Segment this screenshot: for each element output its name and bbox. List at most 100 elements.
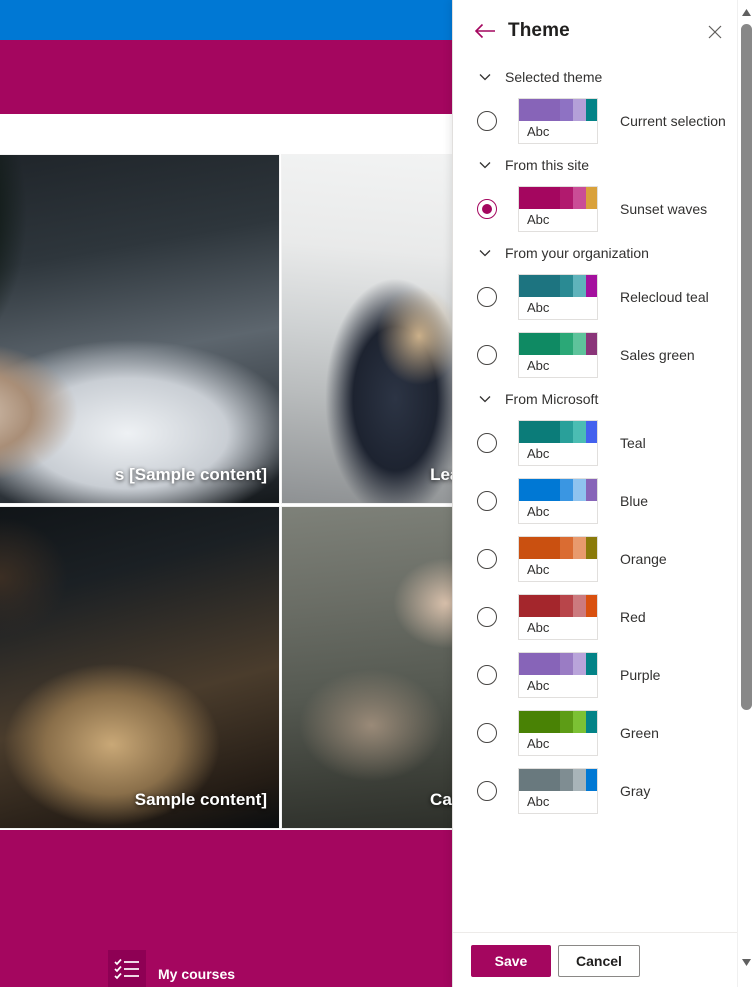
card-title: Sample content] [134,790,267,809]
theme-option-row[interactable]: Abc Teal [477,414,739,472]
theme-swatch[interactable]: Abc [518,768,598,814]
theme-group-header[interactable]: Selected theme [477,62,739,92]
theme-swatch-sample: Abc [527,358,550,373]
theme-swatch[interactable]: Abc [518,98,598,144]
screen: s [Sample content] Learn a new lang Samp… [0,0,754,987]
scrollbar-thumb[interactable] [741,24,752,710]
back-button[interactable] [470,16,500,46]
theme-swatch[interactable]: Abc [518,478,598,524]
theme-group-header[interactable]: From this site [477,150,739,180]
theme-option-label: Teal [620,435,646,451]
theme-option-label: Sunset waves [620,201,708,217]
theme-option-row[interactable]: Abc Sales green [477,326,739,384]
chevron-down-icon [477,391,493,407]
handshake-photo [0,155,279,503]
theme-option-label: Blue [620,493,649,509]
theme-swatch[interactable]: Abc [518,710,598,756]
theme-radio[interactable] [477,287,497,307]
theme-swatch-colors [519,275,597,297]
theme-radio[interactable] [477,433,497,453]
close-icon[interactable] [705,22,725,42]
theme-option-label: Green [620,725,659,741]
theme-group-label: From Microsoft [505,391,599,407]
theme-swatch[interactable]: Abc [518,594,598,640]
theme-option-row[interactable]: Abc Relecloud teal [477,268,739,326]
panel-title: Theme [508,20,570,41]
theme-swatch[interactable]: Abc [518,274,598,320]
theme-swatch[interactable]: Abc [518,536,598,582]
theme-option-label: Gray [620,783,651,799]
save-button[interactable]: Save [471,945,551,977]
card-title: Learn a new lang [430,465,452,484]
theme-swatch-colors [519,333,597,355]
vertical-scrollbar[interactable] [737,0,754,987]
site-footer-band [0,830,452,987]
theme-option-row[interactable]: Abc Green [477,704,739,762]
theme-option-row[interactable]: Abc Orange [477,530,739,588]
theme-group-header[interactable]: From Microsoft [477,384,739,414]
theme-swatch-colors [519,421,597,443]
theme-swatch-sample: Abc [527,794,550,809]
theme-swatch-colors [519,711,597,733]
chevron-down-icon [477,69,493,85]
theme-groups: Selected theme Abc Current selection From t… [453,62,739,820]
theme-radio[interactable] [477,665,497,685]
theme-swatch[interactable]: Abc [518,420,598,466]
card-title: s [Sample content] [114,465,267,484]
theme-option-label: Current selection [620,113,726,129]
theme-swatch[interactable]: Abc [518,652,598,698]
theme-swatch[interactable]: Abc [518,186,598,232]
checklist-icon[interactable] [108,950,146,987]
theme-swatch-sample: Abc [527,124,550,139]
footer-tile-label[interactable]: My courses [158,966,235,982]
theme-option-row[interactable]: Abc Sunset waves [477,180,739,238]
theme-swatch-colors [519,187,597,209]
theme-option-label: Orange [620,551,667,567]
theme-radio[interactable] [477,491,497,511]
theme-list-scroll-area[interactable]: Selected theme Abc Current selection From t… [453,62,739,931]
theme-option-row[interactable]: Abc Red [477,588,739,646]
theme-swatch-colors [519,479,597,501]
theme-radio[interactable] [477,723,497,743]
theme-swatch-sample: Abc [527,504,550,519]
content-card[interactable]: Sample content] [0,506,280,829]
theme-option-label: Sales green [620,347,695,363]
theme-radio[interactable] [477,549,497,569]
theme-radio[interactable] [477,607,497,627]
panel-header: Theme [453,0,754,62]
theme-group-label: From this site [505,157,590,173]
suite-bar [0,0,452,40]
theme-panel: Theme Selected theme Abc Current selection… [452,0,754,987]
triangle-down-icon[interactable] [738,954,754,971]
desk-photo [0,507,279,828]
site-header-band [0,40,452,114]
theme-option-label: Purple [620,667,661,683]
site-page-background: s [Sample content] Learn a new lang Samp… [0,0,452,987]
theme-option-label: Relecloud teal [620,289,709,305]
theme-option-row[interactable]: Abc Gray [477,762,739,820]
theme-group-header[interactable]: From your organization [477,238,739,268]
cancel-button[interactable]: Cancel [558,945,640,977]
content-card[interactable]: Career developm [281,506,452,829]
theme-radio[interactable] [477,111,497,131]
triangle-up-icon[interactable] [738,4,754,21]
theme-swatch-sample: Abc [527,620,550,635]
theme-swatch-sample: Abc [527,212,550,227]
theme-option-row[interactable]: Abc Purple [477,646,739,704]
theme-option-row[interactable]: Abc Blue [477,472,739,530]
theme-swatch-colors [519,99,597,121]
panel-footer: Save Cancel [453,932,754,987]
theme-radio[interactable] [477,199,497,219]
theme-swatch-colors [519,769,597,791]
theme-swatch[interactable]: Abc [518,332,598,378]
theme-group-label: Selected theme [505,69,603,85]
theme-radio[interactable] [477,345,497,365]
theme-swatch-colors [519,537,597,559]
theme-swatch-colors [519,653,597,675]
chevron-down-icon [477,245,493,261]
content-card[interactable]: s [Sample content] [0,154,280,504]
content-card[interactable]: Learn a new lang [281,154,452,504]
theme-radio[interactable] [477,781,497,801]
theme-option-label: Red [620,609,646,625]
theme-option-row[interactable]: Abc Current selection [477,92,739,150]
